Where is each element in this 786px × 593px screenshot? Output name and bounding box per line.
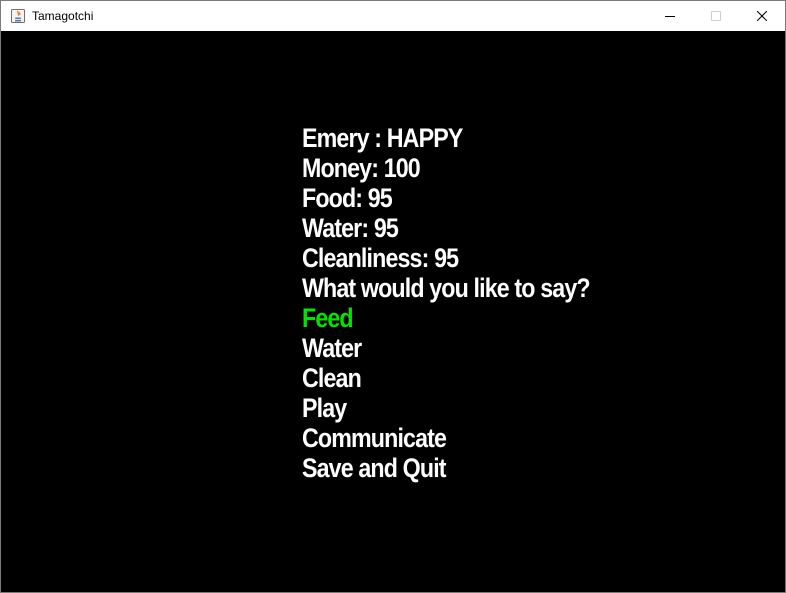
- prompt-line: What would you like to say?: [302, 273, 591, 303]
- menu-option-play[interactable]: Play: [302, 393, 590, 423]
- menu-option-feed[interactable]: Feed: [302, 303, 590, 333]
- menu-option-communicate[interactable]: Communicate: [302, 423, 590, 453]
- java-app-icon: [11, 9, 25, 23]
- game-canvas: Emery : HAPPY Money: 100 Food: 95 Water:…: [1, 31, 785, 592]
- close-icon: [757, 11, 767, 21]
- minimize-icon: [665, 16, 675, 17]
- pet-status-line: Emery : HAPPY: [302, 123, 463, 153]
- cleanliness-line: Cleanliness: 95: [302, 243, 459, 273]
- close-button[interactable]: [739, 1, 785, 31]
- app-window: Tamagotchi Emery : HAPPY Money: 100 Food…: [0, 0, 786, 593]
- game-menu: Emery : HAPPY Money: 100 Food: 95 Water:…: [302, 123, 637, 483]
- water-line: Water: 95: [302, 213, 399, 243]
- food-line: Food: 95: [302, 183, 393, 213]
- title-bar[interactable]: Tamagotchi: [1, 1, 785, 31]
- menu-option-water[interactable]: Water: [302, 333, 590, 363]
- maximize-icon: [711, 11, 721, 21]
- minimize-button[interactable]: [647, 1, 693, 31]
- maximize-button[interactable]: [693, 1, 739, 31]
- menu-option-save-and-quit[interactable]: Save and Quit: [302, 453, 590, 483]
- menu-option-clean[interactable]: Clean: [302, 363, 590, 393]
- window-title: Tamagotchi: [32, 9, 94, 23]
- money-line: Money: 100: [302, 153, 421, 183]
